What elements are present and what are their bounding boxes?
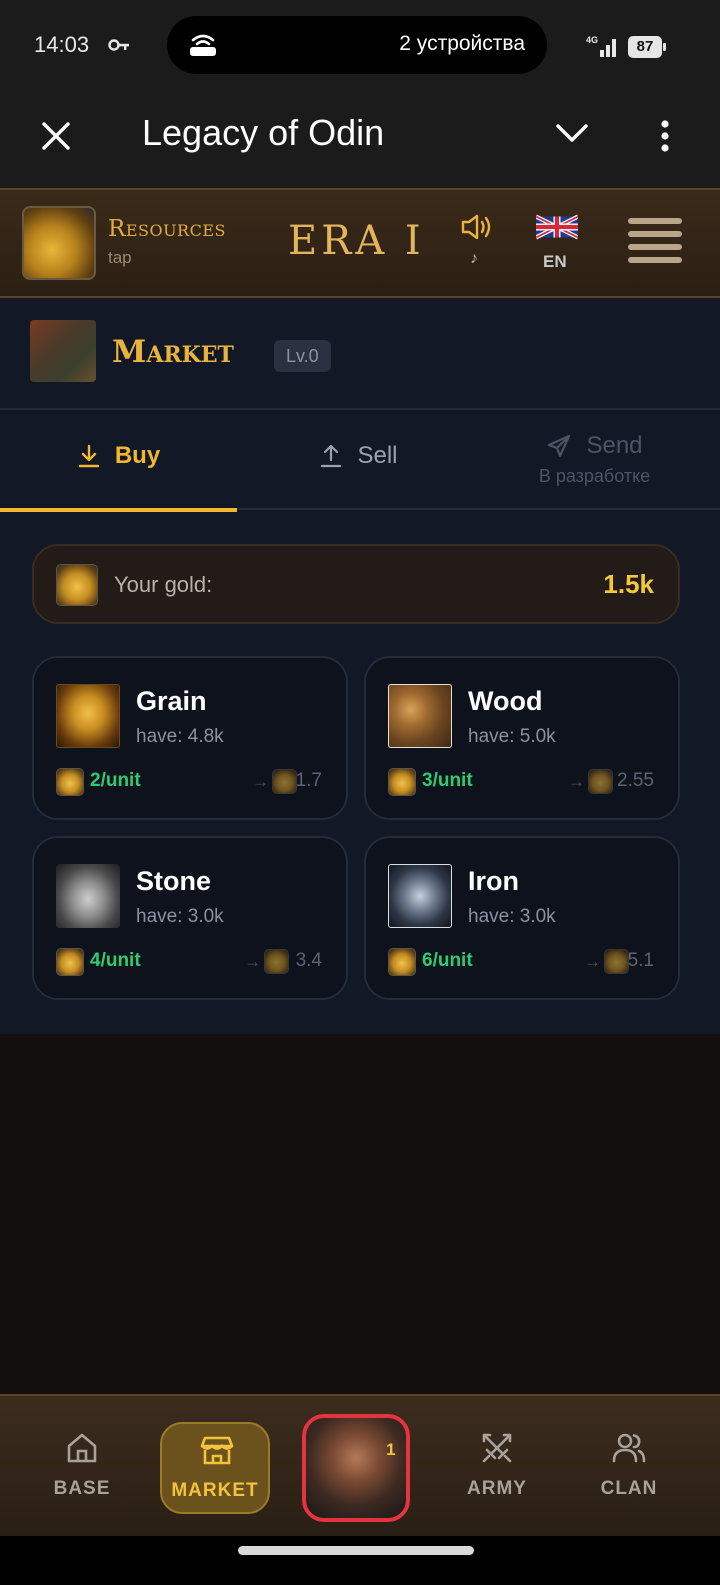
resource-have: have: 5.0k <box>468 726 556 747</box>
resource-sell-price: 1.7 <box>295 770 322 791</box>
iron-icon <box>388 864 452 928</box>
grain-icon <box>56 684 120 748</box>
gesture-bar-area <box>0 1536 720 1585</box>
resource-sell-price: 3.4 <box>295 950 322 971</box>
resource-buy-price: 6/unit <box>422 950 473 971</box>
hero-level-badge: 1 <box>386 1440 396 1459</box>
close-icon[interactable] <box>36 116 76 156</box>
resource-buy-price: 2/unit <box>90 770 141 791</box>
home-gesture-bar[interactable] <box>238 1546 474 1555</box>
gold-coin-icon <box>272 769 297 794</box>
arrow-right-icon: → <box>244 952 261 971</box>
resource-have: have: 3.0k <box>468 906 556 927</box>
gold-coin-icon <box>264 949 289 974</box>
resources-subtitle: tap <box>108 248 132 267</box>
crossed-swords-icon <box>482 1433 512 1463</box>
tab-sell-label: Sell <box>357 442 398 469</box>
nav-clan[interactable]: CLAN <box>574 1422 684 1514</box>
gold-coin-icon <box>588 769 613 794</box>
gold-balance-card: Your gold: 1.5k <box>32 544 680 624</box>
gold-coin-icon <box>56 768 84 796</box>
wood-icon <box>388 684 452 748</box>
resources-chest-icon[interactable] <box>22 206 96 280</box>
uk-flag-icon[interactable] <box>536 212 578 242</box>
speaker-icon[interactable] <box>460 212 494 242</box>
home-icon <box>67 1433 97 1463</box>
key-icon <box>108 39 129 51</box>
store-icon <box>200 1436 234 1465</box>
arrow-right-icon: → <box>252 772 269 791</box>
gold-coin-icon <box>56 948 84 976</box>
resource-card-grain[interactable]: Grain have: 4.8k 2/unit → 1.7 <box>32 656 348 820</box>
nav-clan-label: CLAN <box>600 1478 658 1499</box>
tab-send-label: Send <box>586 432 643 459</box>
resource-sell-price: 5.1 <box>627 950 654 971</box>
menu-icon[interactable] <box>628 218 682 266</box>
island-text: 2 устройства <box>399 32 525 55</box>
market-tabs: Buy Sell Send В разработке <box>0 410 720 512</box>
hero-avatar[interactable] <box>302 1414 410 1522</box>
app-title: Legacy of Odin <box>142 112 385 153</box>
arrow-right-icon: → <box>568 772 585 791</box>
router-icon <box>190 34 216 56</box>
resources-title[interactable]: Resources <box>108 216 226 242</box>
nav-market-label: MARKET <box>171 1480 259 1501</box>
chevron-down-icon[interactable] <box>552 118 592 150</box>
dynamic-island[interactable]: 2 устройства <box>167 16 547 74</box>
resource-buy-price: 4/unit <box>90 950 141 971</box>
nav-base-label: BASE <box>53 1478 111 1499</box>
market-header: Market Lv.0 <box>0 298 720 410</box>
nav-base[interactable]: BASE <box>27 1422 137 1514</box>
users-icon <box>612 1433 646 1463</box>
resource-card-stone[interactable]: Stone have: 3.0k 4/unit → 3.4 <box>32 836 348 1000</box>
resource-name: Wood <box>468 686 543 716</box>
era-label: ERA I <box>288 218 425 264</box>
resource-name: Grain <box>136 686 207 716</box>
resource-name: Stone <box>136 866 212 896</box>
tab-buy-label: Buy <box>114 442 161 469</box>
resource-card-wood[interactable]: Wood have: 5.0k 3/unit → 2.55 <box>364 656 680 820</box>
status-bar: 14:03 2 устройства 4G 87 <box>0 0 720 90</box>
active-tab-indicator <box>0 508 237 512</box>
download-icon <box>78 444 100 468</box>
resource-have: have: 3.0k <box>136 906 224 927</box>
tab-send-note: В разработке <box>538 466 651 486</box>
app-header: Legacy of Odin <box>0 90 720 188</box>
empty-area <box>0 1034 720 1394</box>
market-content: Market Lv.0 Buy Sell Send В разработке Y… <box>0 298 720 1034</box>
resource-sell-price: 2.55 <box>617 770 654 791</box>
resource-have: have: 4.8k <box>136 726 224 747</box>
market-building-icon <box>30 320 96 382</box>
resource-card-iron[interactable]: Iron have: 3.0k 6/unit → 5.1 <box>364 836 680 1000</box>
game-top-bar: Resources tap ERA I ♪ EN <box>0 188 720 298</box>
status-time: 14:03 <box>34 32 90 57</box>
nav-market[interactable]: MARKET <box>160 1422 270 1514</box>
gold-value: 1.5k <box>603 569 654 599</box>
bottom-nav: BASE MARKET 1 ARMY CLAN <box>0 1394 720 1536</box>
gold-coin-icon <box>388 948 416 976</box>
signal-icon: 4G <box>586 35 616 57</box>
resource-name: Iron <box>468 866 519 896</box>
language-label[interactable]: EN <box>543 252 567 272</box>
gold-coin-icon <box>56 564 98 606</box>
market-title: Market <box>112 334 234 370</box>
gold-coin-icon <box>604 949 629 974</box>
battery-indicator: 87 <box>628 36 666 58</box>
tab-send: Send В разработке <box>476 410 713 510</box>
arrow-right-icon: → <box>584 952 601 971</box>
tab-sell[interactable]: Sell <box>240 410 477 510</box>
resource-buy-price: 3/unit <box>422 770 473 791</box>
nav-army-label: ARMY <box>467 1478 527 1499</box>
gold-coin-icon <box>388 768 416 796</box>
tab-buy[interactable]: Buy <box>0 410 237 512</box>
nav-army[interactable]: ARMY <box>442 1422 552 1514</box>
stone-icon <box>56 864 120 928</box>
level-badge: Lv.0 <box>274 340 331 372</box>
more-vert-icon[interactable] <box>650 116 680 156</box>
gold-label: Your gold: <box>114 572 213 597</box>
send-icon <box>548 434 571 458</box>
network-label: 4G <box>586 35 598 45</box>
upload-icon <box>321 444 342 468</box>
music-note-icon: ♪ <box>470 250 478 267</box>
